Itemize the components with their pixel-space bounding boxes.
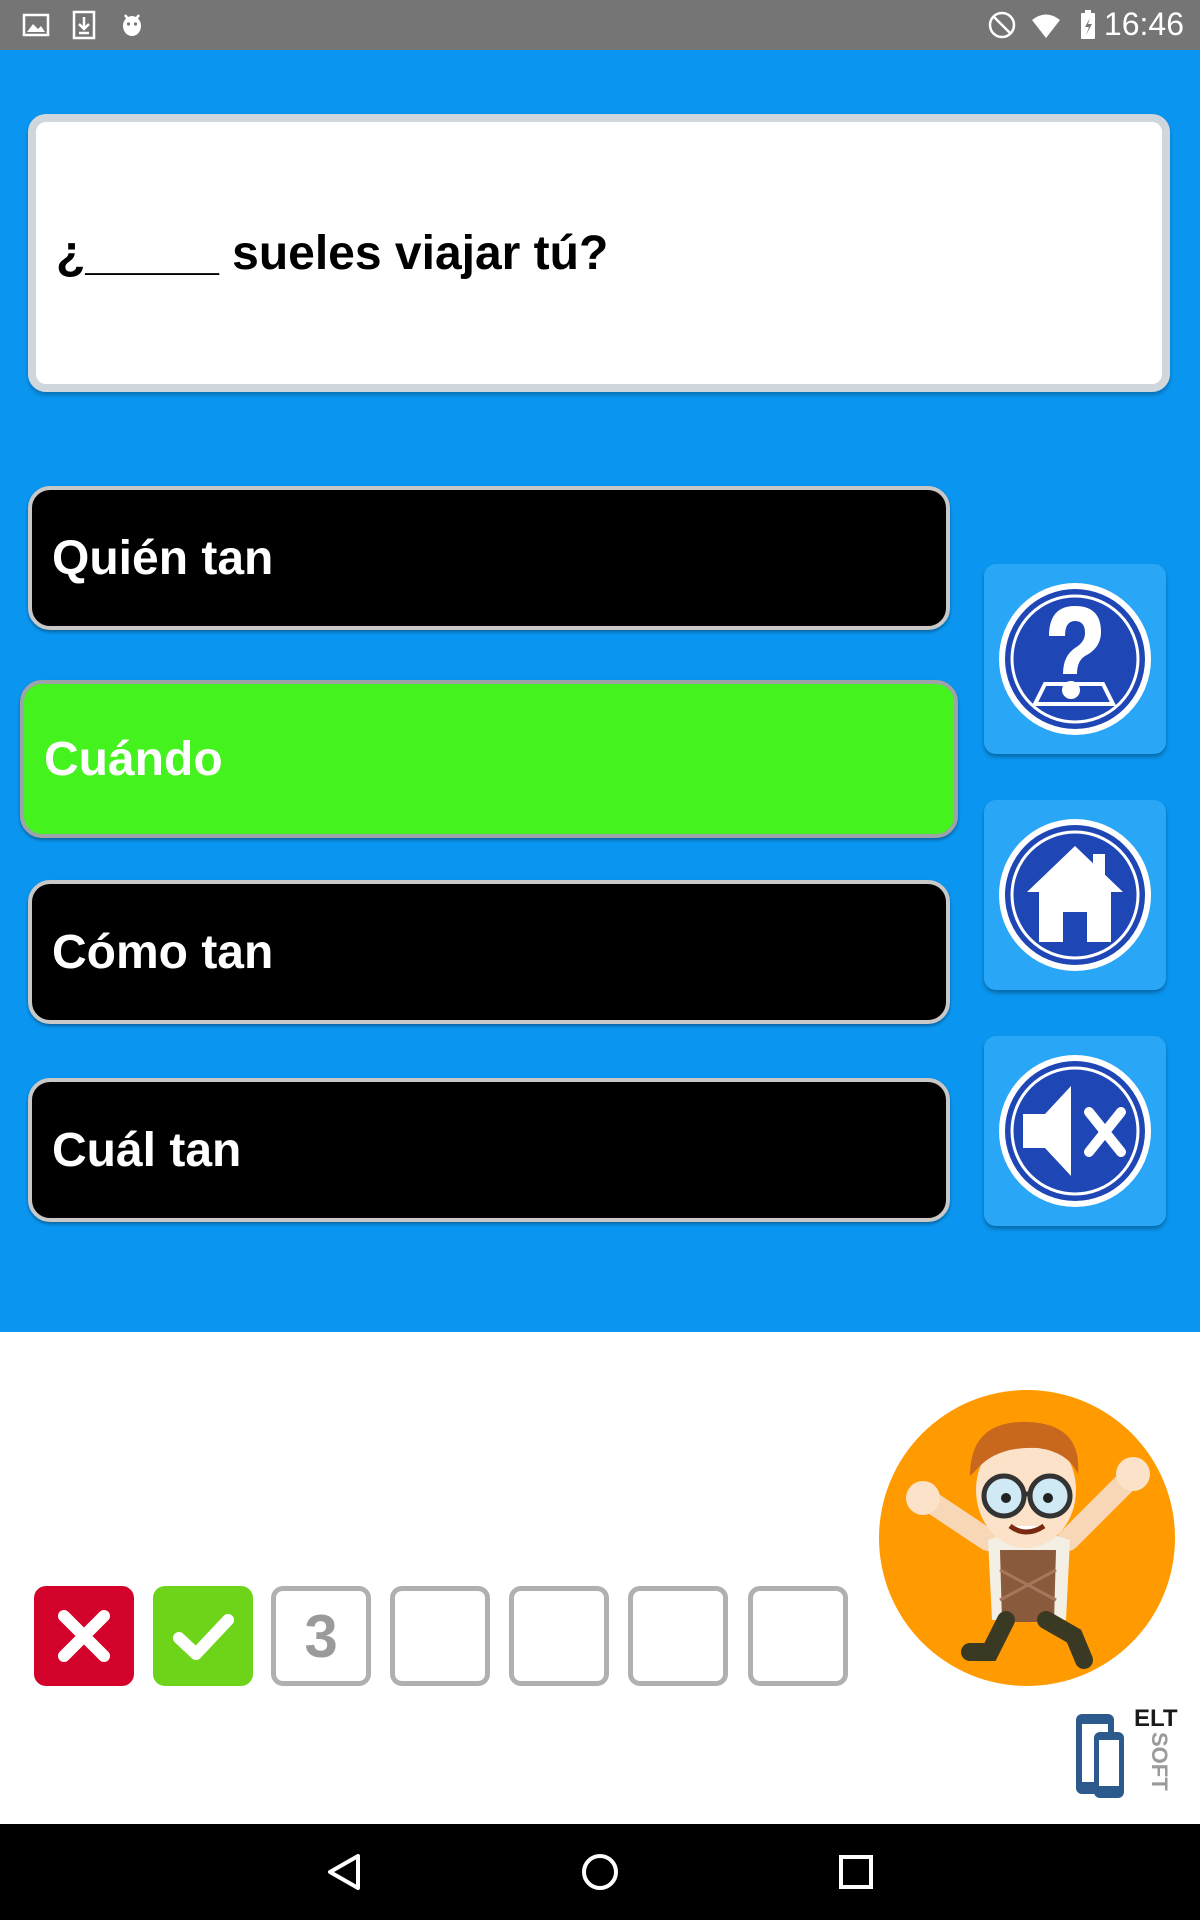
- score-slot-wrong: [34, 1586, 134, 1686]
- game-area: ¿_____ sueles viajar tú? Quién tan Cuánd…: [0, 50, 1200, 1332]
- recents-icon[interactable]: [826, 1842, 886, 1902]
- answer-label: Cómo tan: [52, 925, 274, 979]
- status-bar: 16:46: [0, 0, 1200, 50]
- home-button[interactable]: [984, 800, 1166, 990]
- question-number: 3: [304, 1602, 338, 1670]
- answer-option-3[interactable]: Cómo tan: [28, 880, 950, 1024]
- answer-option-2[interactable]: Cuándo: [20, 680, 958, 838]
- score-slot-empty: [628, 1586, 728, 1686]
- score-slot-empty: [748, 1586, 848, 1686]
- status-time: 16:46: [1103, 6, 1184, 42]
- answer-option-4[interactable]: Cuál tan: [28, 1078, 950, 1222]
- logo-text-soft: SOFT: [1147, 1732, 1172, 1791]
- question-box: ¿_____ sueles viajar tú?: [28, 114, 1170, 392]
- score-slot-current: 3: [271, 1586, 371, 1686]
- navigation-bar: [0, 1824, 1200, 1920]
- cross-icon: [58, 1610, 110, 1662]
- battery-icon: [1081, 10, 1095, 39]
- back-icon[interactable]: [314, 1842, 374, 1902]
- no-disturb-icon: [988, 11, 1016, 39]
- mascot-image: [879, 1390, 1175, 1686]
- download-icon: [72, 10, 96, 40]
- question-text: ¿_____ sueles viajar tú?: [56, 226, 609, 280]
- help-button[interactable]: [984, 564, 1166, 754]
- score-slot-right: [153, 1586, 253, 1686]
- wifi-icon: [1032, 14, 1060, 38]
- eltsoft-logo: ELT SOFT: [1076, 1705, 1178, 1798]
- home-circle-icon[interactable]: [570, 1842, 630, 1902]
- android-icon: [123, 14, 141, 36]
- image-icon: [22, 13, 50, 37]
- logo-text-elt: ELT: [1134, 1705, 1178, 1732]
- answer-label: Cuándo: [44, 732, 223, 786]
- score-slot-empty: [390, 1586, 490, 1686]
- help-icon: [999, 583, 1151, 735]
- answer-label: Cuál tan: [52, 1123, 242, 1177]
- mute-icon: [999, 1055, 1151, 1207]
- check-icon: [173, 1614, 234, 1660]
- answer-label: Quién tan: [52, 531, 274, 585]
- score-slot-empty: [509, 1586, 609, 1686]
- mute-button[interactable]: [984, 1036, 1166, 1226]
- home-icon: [999, 819, 1151, 971]
- answer-option-1[interactable]: Quién tan: [28, 486, 950, 630]
